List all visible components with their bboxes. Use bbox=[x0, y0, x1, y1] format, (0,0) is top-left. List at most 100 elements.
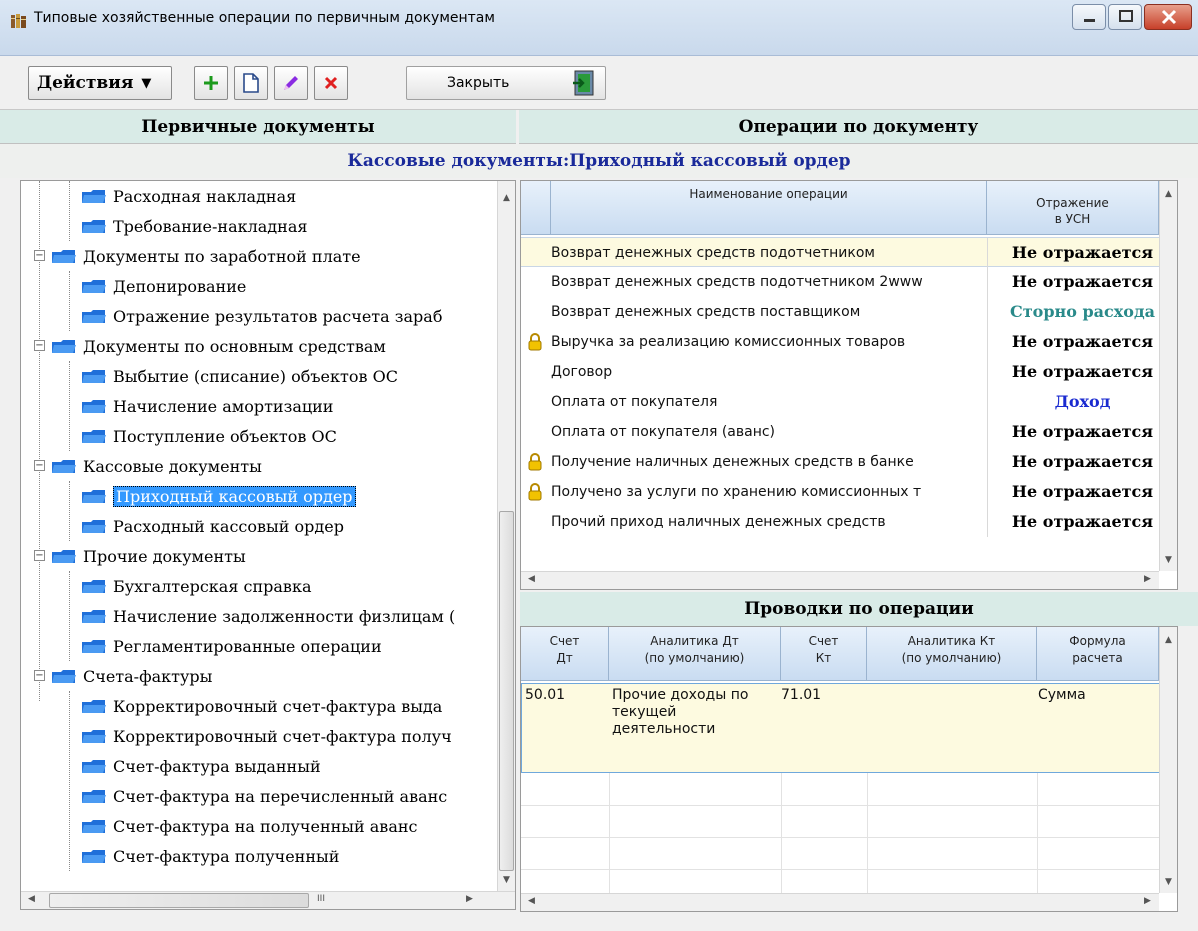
scroll-down-icon[interactable]: ▼ bbox=[1160, 877, 1177, 887]
tree-item[interactable]: Расходная накладная bbox=[81, 181, 296, 211]
operation-row[interactable]: Выручка за реализацию комиссионных товар… bbox=[521, 327, 1177, 357]
close-window-button[interactable] bbox=[1144, 4, 1192, 30]
scroll-up-icon[interactable]: ▲ bbox=[1160, 189, 1177, 199]
books-icon bbox=[11, 14, 26, 28]
tree-horizontal-scrollbar[interactable]: ◀ III ▶ bbox=[21, 891, 515, 909]
folder-icon bbox=[82, 310, 106, 323]
operations-vertical-scrollbar[interactable]: ▲ ▼ bbox=[1159, 181, 1177, 571]
operation-row[interactable]: Возврат денежных средств подотчетником 2… bbox=[521, 267, 1177, 297]
tree-item[interactable]: Начисление задолженности физлицам ( bbox=[81, 601, 455, 631]
tree-item[interactable]: Счет-фактура выданный bbox=[81, 751, 321, 781]
scroll-right-icon[interactable]: ▶ bbox=[1139, 896, 1156, 906]
lock-icon bbox=[528, 333, 542, 351]
actions-menu-button[interactable]: Действия ▼ bbox=[28, 66, 172, 100]
tree-item[interactable]: Начисление амортизации bbox=[81, 391, 333, 421]
tree-item-group[interactable]: Прочие документы bbox=[51, 541, 246, 571]
operations-horizontal-scrollbar[interactable]: ◀ ▶ bbox=[521, 571, 1159, 589]
copy-button[interactable] bbox=[234, 66, 268, 100]
folder-icon bbox=[82, 790, 106, 803]
col-analytics-dt[interactable]: Аналитика Дт (по умолчанию) bbox=[609, 627, 781, 681]
operation-row[interactable]: Возврат денежных средств подотчетником Н… bbox=[521, 237, 1177, 268]
close-label: Закрыть bbox=[447, 75, 510, 91]
operation-row[interactable]: Оплата от покупателя (аванс) Не отражает… bbox=[521, 417, 1177, 447]
tree-item[interactable]: Корректировочный счет-фактура получ bbox=[81, 721, 452, 751]
tree-item[interactable]: Отражение результатов расчета зараб bbox=[81, 301, 442, 331]
scroll-right-icon[interactable]: ▶ bbox=[461, 894, 478, 904]
tree-item[interactable]: Поступление объектов ОС bbox=[81, 421, 337, 451]
tree-vertical-scrollbar[interactable]: ▲ ▼ bbox=[497, 181, 515, 891]
collapse-toggle[interactable]: − bbox=[34, 340, 45, 351]
folder-icon bbox=[52, 550, 76, 563]
collapse-toggle[interactable]: − bbox=[34, 550, 45, 561]
tree-item-selected[interactable]: Приходный кассовый ордер bbox=[81, 481, 356, 511]
collapse-toggle[interactable]: − bbox=[34, 670, 45, 681]
col-account-kt[interactable]: Счет Кт bbox=[781, 627, 867, 681]
document-path: Кассовые документы:Приходный кассовый ор… bbox=[0, 144, 1198, 178]
lock-icon bbox=[528, 483, 542, 501]
scroll-thumb[interactable] bbox=[499, 511, 514, 871]
scroll-left-icon[interactable]: ◀ bbox=[523, 574, 540, 584]
postings-horizontal-scrollbar[interactable]: ◀ ▶ bbox=[521, 893, 1159, 911]
col-usn[interactable]: Отражение в УСН bbox=[987, 181, 1159, 235]
scroll-up-icon[interactable]: ▲ bbox=[498, 193, 515, 203]
posting-row[interactable]: 50.01 Прочие доходы по текущей деятельно… bbox=[521, 683, 1173, 773]
scroll-left-icon[interactable]: ◀ bbox=[523, 896, 540, 906]
exit-door-icon bbox=[573, 70, 594, 96]
folder-icon bbox=[82, 820, 106, 833]
scroll-right-icon[interactable]: ▶ bbox=[1139, 574, 1156, 584]
scroll-left-icon[interactable]: ◀ bbox=[23, 894, 40, 904]
tree-item[interactable]: Депонирование bbox=[81, 271, 246, 301]
tree-item[interactable]: Корректировочный счет-фактура выда bbox=[81, 691, 442, 721]
postings-header: Проводки по операции bbox=[520, 592, 1198, 626]
documents-tree[interactable]: Расходная накладная Требование-накладная… bbox=[20, 180, 516, 910]
operation-row[interactable]: Получено за услуги по хранению комиссион… bbox=[521, 477, 1177, 507]
folder-icon bbox=[82, 490, 106, 503]
operation-row[interactable]: Договор Не отражается bbox=[521, 357, 1177, 387]
tree-item-group[interactable]: Счета-фактуры bbox=[51, 661, 212, 691]
tree-item[interactable]: Регламентированные операции bbox=[81, 631, 382, 661]
folder-icon bbox=[82, 610, 106, 623]
tree-item[interactable]: Выбытие (списание) объектов ОС bbox=[81, 361, 398, 391]
tree-item[interactable]: Счет-фактура полученный bbox=[81, 841, 339, 871]
col-formula[interactable]: Формула расчета bbox=[1037, 627, 1159, 681]
minimize-icon bbox=[1084, 19, 1095, 22]
folder-icon bbox=[82, 640, 106, 653]
tree-item[interactable]: Требование-накладная bbox=[81, 211, 307, 241]
operation-row[interactable]: Оплата от покупателя Доход bbox=[521, 387, 1177, 417]
scroll-thumb[interactable] bbox=[49, 893, 309, 908]
scroll-down-icon[interactable]: ▼ bbox=[498, 875, 515, 885]
edit-button[interactable] bbox=[274, 66, 308, 100]
tree-item[interactable]: Расходный кассовый ордер bbox=[81, 511, 344, 541]
tree-item[interactable]: Счет-фактура на полученный аванс bbox=[81, 811, 417, 841]
folder-icon bbox=[82, 430, 106, 443]
folder-icon bbox=[82, 280, 106, 293]
postings-grid[interactable]: Счет Дт Аналитика Дт (по умолчанию) Счет Кт… bbox=[520, 626, 1178, 912]
scroll-up-icon[interactable]: ▲ bbox=[1160, 635, 1177, 645]
collapse-toggle[interactable]: − bbox=[34, 460, 45, 471]
col-operation-name[interactable]: Наименование операции bbox=[551, 181, 987, 235]
folder-icon bbox=[82, 700, 106, 713]
operation-row[interactable]: Возврат денежных средств поставщиком Сто… bbox=[521, 297, 1177, 327]
tree-item[interactable]: Счет-фактура на перечисленный аванс bbox=[81, 781, 447, 811]
close-icon bbox=[1161, 9, 1177, 25]
operations-grid[interactable]: Наименование операции Отражение в УСН Во… bbox=[520, 180, 1178, 590]
tree-item-group[interactable]: Документы по заработной плате bbox=[51, 241, 361, 271]
folder-icon bbox=[82, 520, 106, 533]
col-account-dt[interactable]: Счет Дт bbox=[521, 627, 609, 681]
folder-icon bbox=[82, 730, 106, 743]
tree-item-group[interactable]: Кассовые документы bbox=[51, 451, 262, 481]
maximize-button[interactable] bbox=[1108, 4, 1142, 30]
operation-row[interactable]: Прочий приход наличных денежных средств … bbox=[521, 507, 1177, 537]
minimize-button[interactable] bbox=[1072, 4, 1106, 30]
actions-label: Действия bbox=[37, 73, 134, 93]
postings-vertical-scrollbar[interactable]: ▲ ▼ bbox=[1159, 627, 1177, 893]
delete-button[interactable] bbox=[314, 66, 348, 100]
scroll-down-icon[interactable]: ▼ bbox=[1160, 555, 1177, 565]
add-button[interactable] bbox=[194, 66, 228, 100]
col-analytics-kt[interactable]: Аналитика Кт (по умолчанию) bbox=[867, 627, 1037, 681]
tree-item[interactable]: Бухгалтерская справка bbox=[81, 571, 311, 601]
operation-row[interactable]: Получение наличных денежных средств в ба… bbox=[521, 447, 1177, 477]
collapse-toggle[interactable]: − bbox=[34, 250, 45, 261]
tree-item-group[interactable]: Документы по основным средствам bbox=[51, 331, 386, 361]
copy-icon bbox=[243, 73, 259, 93]
